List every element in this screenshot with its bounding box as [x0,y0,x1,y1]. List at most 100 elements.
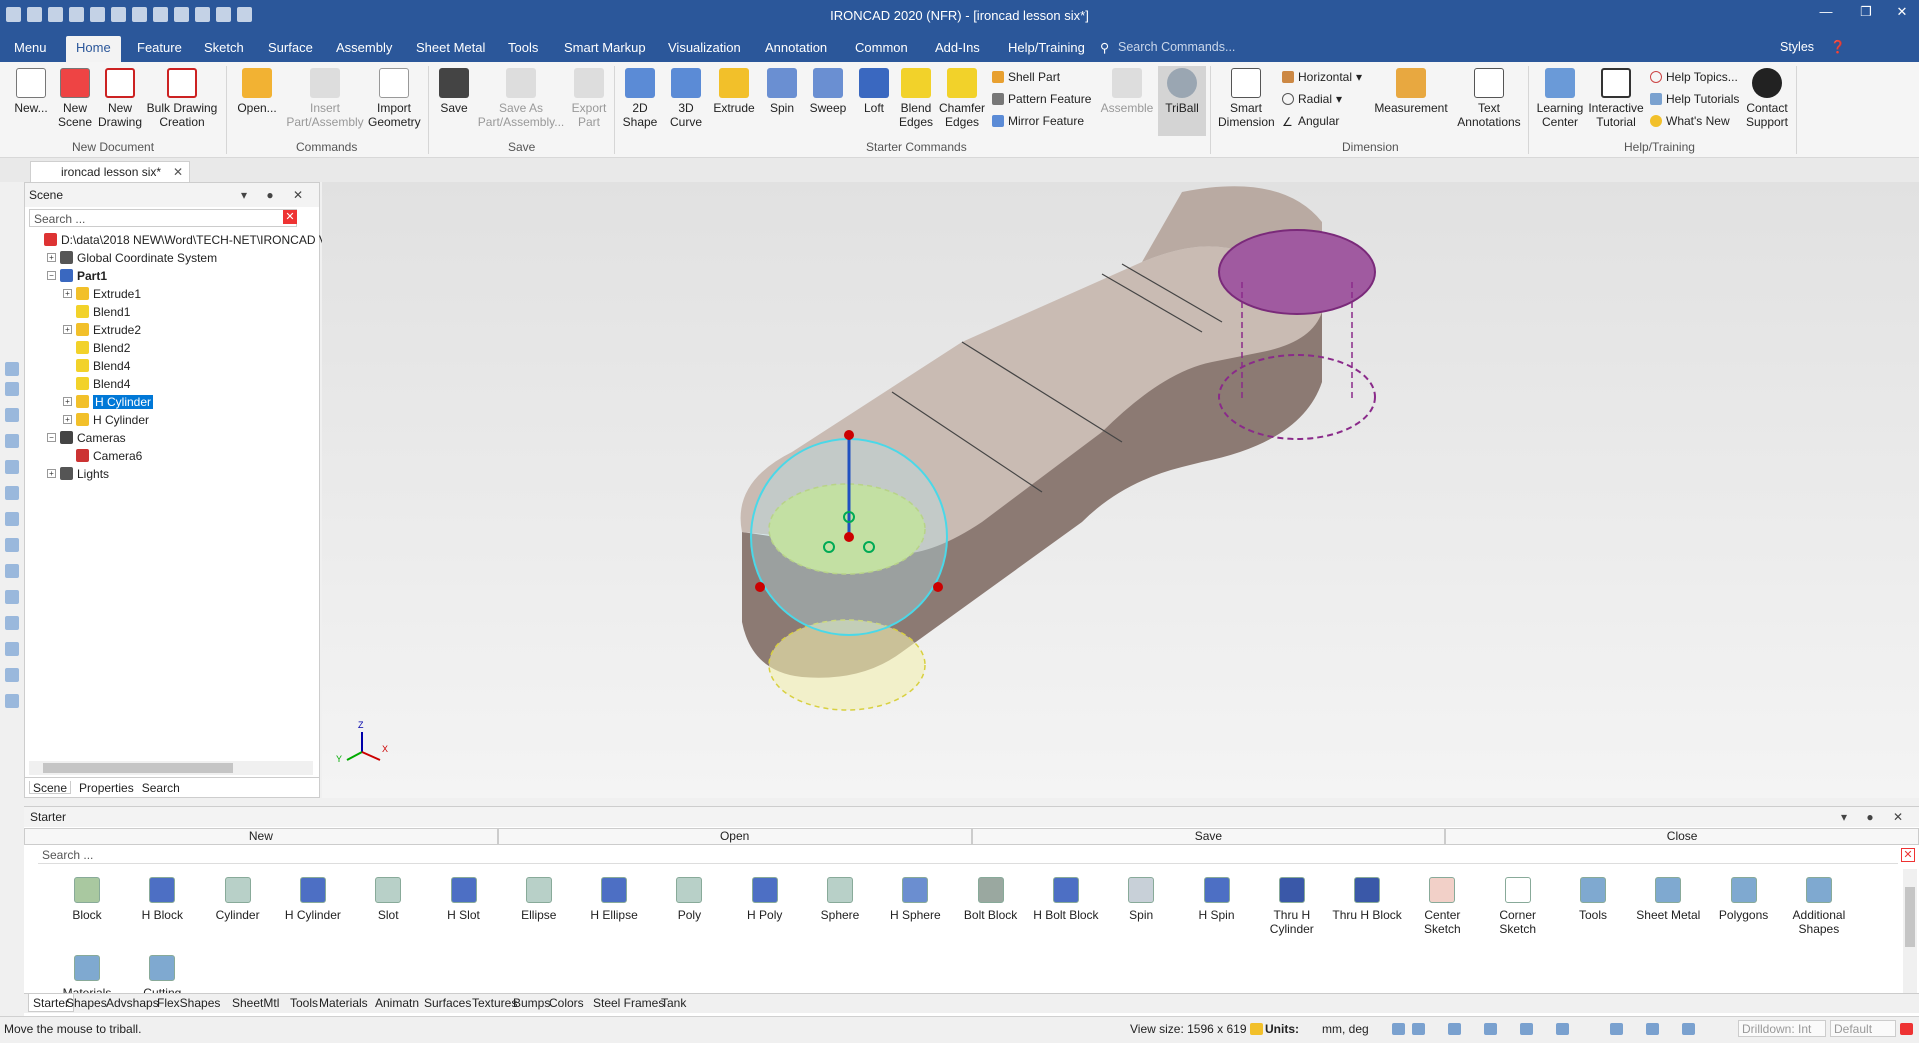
expand-icon[interactable]: + [63,289,72,298]
new-button[interactable]: New... [10,68,52,115]
pan-icon[interactable] [1448,1023,1461,1035]
catalog-item[interactable]: Polygons [1709,877,1779,922]
catalog-item[interactable]: Center Sketch [1407,877,1477,936]
purple-cylinder-top[interactable] [1218,229,1376,315]
catalog-open-button[interactable]: Open [497,828,972,845]
filter-icon[interactable] [1646,1023,1659,1035]
catalog-item[interactable]: Additional Shapes [1784,877,1854,936]
view-top-icon[interactable] [5,460,19,474]
tree-node[interactable]: Blend2 [63,339,130,356]
text-annotations-button[interactable]: Text Annotations [1454,68,1524,129]
expand-icon[interactable]: + [63,325,72,334]
category-tab[interactable]: Materials [319,996,368,1010]
zoom-window-icon[interactable] [1412,1023,1425,1035]
tab-visualization[interactable]: Visualization [668,40,741,55]
tree-node[interactable]: + Lights [47,465,109,482]
catalog-item[interactable]: Thru H Block [1332,877,1402,922]
view-right-icon[interactable] [5,434,19,448]
tab-tools[interactable]: Tools [508,40,538,55]
chamfer-edges-button[interactable]: Chamfer Edges [938,68,986,129]
spin-button[interactable]: Spin [762,68,802,115]
zoom-icon[interactable] [1392,1023,1405,1035]
scrollbar-thumb[interactable] [43,763,233,773]
catalog-item[interactable]: Materials [52,955,122,996]
sweep-button[interactable]: Sweep [806,68,850,115]
expand-icon[interactable]: + [47,469,56,478]
catalog-item[interactable]: H Bolt Block [1031,877,1101,922]
catalog-item[interactable]: H Ellipse [579,877,649,922]
tab-smart-markup[interactable]: Smart Markup [564,40,646,55]
units-value[interactable]: mm, deg [1322,1022,1369,1036]
radial-dimension-dropdown[interactable]: Radial ▾ [1282,92,1342,106]
catalog-close-button[interactable]: Close [1445,828,1919,845]
catalog-item[interactable]: Corner Sketch [1483,877,1553,936]
tree-node[interactable]: + Extrude2 [63,321,141,338]
category-tab[interactable]: Tools [290,996,318,1010]
export-part-button[interactable]: Export Part [568,68,610,129]
smart-dimension-button[interactable]: Smart Dimension [1218,68,1275,129]
status-end-icon[interactable] [1900,1023,1913,1035]
tab-help-training[interactable]: Help/Training [1008,40,1085,55]
catalog-item[interactable]: Tools [1558,877,1628,922]
catalog-item[interactable]: Ellipse [504,877,574,922]
learning-center-button[interactable]: Learning Center [1534,68,1586,129]
3d-viewport[interactable]: Z Y X [322,182,1919,798]
scrollbar-thumb[interactable] [1905,887,1915,947]
2d-shape-button[interactable]: 2D Shape [620,68,660,129]
loft-button[interactable]: Loft [854,68,894,115]
category-tab[interactable]: Advshaps [106,996,159,1010]
tab-common[interactable]: Common [855,40,908,55]
tree-node[interactable]: Blend4 [63,375,130,392]
whats-new-button[interactable]: What's New [1650,114,1730,128]
restore-icon[interactable]: ❐ [1854,4,1878,20]
tree-node[interactable]: Blend1 [63,303,130,320]
new-drawing-button[interactable]: New Drawing [98,68,142,129]
horizontal-scrollbar[interactable] [29,761,313,775]
category-tab[interactable]: Surfaces [424,996,471,1010]
view-iso-icon[interactable] [5,512,19,526]
blend-edges-button[interactable]: Blend Edges [896,68,936,129]
assemble-button[interactable]: Assemble [1100,68,1154,115]
default-dropdown[interactable]: Default [1830,1020,1896,1037]
collapse-icon[interactable]: − [47,271,56,280]
tab-menu[interactable]: Menu [14,40,47,55]
tab-sheet-metal[interactable]: Sheet Metal [416,40,485,55]
view-wireframe-icon[interactable] [5,564,19,578]
doc-tab-ironcad-lesson-six[interactable]: ironcad lesson six* ✕ [30,161,190,182]
category-tab[interactable]: SheetMtl [232,996,279,1010]
close-tab-icon[interactable]: ✕ [173,165,183,179]
tree-node[interactable]: − Part1 [47,267,107,284]
catalog-item[interactable]: H Block [127,877,197,922]
tab-properties[interactable]: Properties [79,781,134,795]
view-hidden-icon[interactable] [5,616,19,630]
expand-icon[interactable]: + [63,397,72,406]
pointer-icon[interactable] [1682,1023,1695,1035]
catalog-item[interactable]: Sheet Metal [1633,877,1703,922]
tree-node[interactable]: + Extrude1 [63,285,141,302]
collapse-icon[interactable]: − [47,433,56,442]
tree-node[interactable]: + Global Coordinate System [47,249,217,266]
styles-dropdown[interactable]: Styles [1780,40,1814,54]
catalog-item[interactable]: Poly [654,877,724,922]
tab-annotation[interactable]: Annotation [765,40,827,55]
panel-controls-icon[interactable]: ▾ ● ✕ [1841,810,1911,824]
category-tab[interactable]: Bumps [513,996,550,1010]
open-button[interactable]: Open... [236,68,278,115]
select-mode-icon[interactable] [1520,1023,1533,1035]
view-section-icon[interactable] [5,642,19,656]
save-button[interactable]: Save [436,68,472,115]
view-back-icon[interactable] [5,382,19,396]
category-tab[interactable]: Textures [472,996,517,1010]
view-shaded-icon[interactable] [5,538,19,552]
catalog-item[interactable]: H Cylinder [278,877,348,922]
tree-node[interactable]: − Cameras [47,429,126,446]
catalog-item[interactable]: Spin [1106,877,1176,922]
new-scene-button[interactable]: New Scene [55,68,95,129]
horizontal-dimension-dropdown[interactable]: Horizontal ▾ [1282,70,1362,84]
tab-home[interactable]: Home [66,36,121,62]
tab-surface[interactable]: Surface [268,40,313,55]
category-tab[interactable]: FlexShapes [157,996,220,1010]
catalog-item[interactable]: H Sphere [880,877,950,922]
tab-add-ins[interactable]: Add-Ins [935,40,980,55]
help-topics-button[interactable]: Help Topics... [1650,70,1738,84]
